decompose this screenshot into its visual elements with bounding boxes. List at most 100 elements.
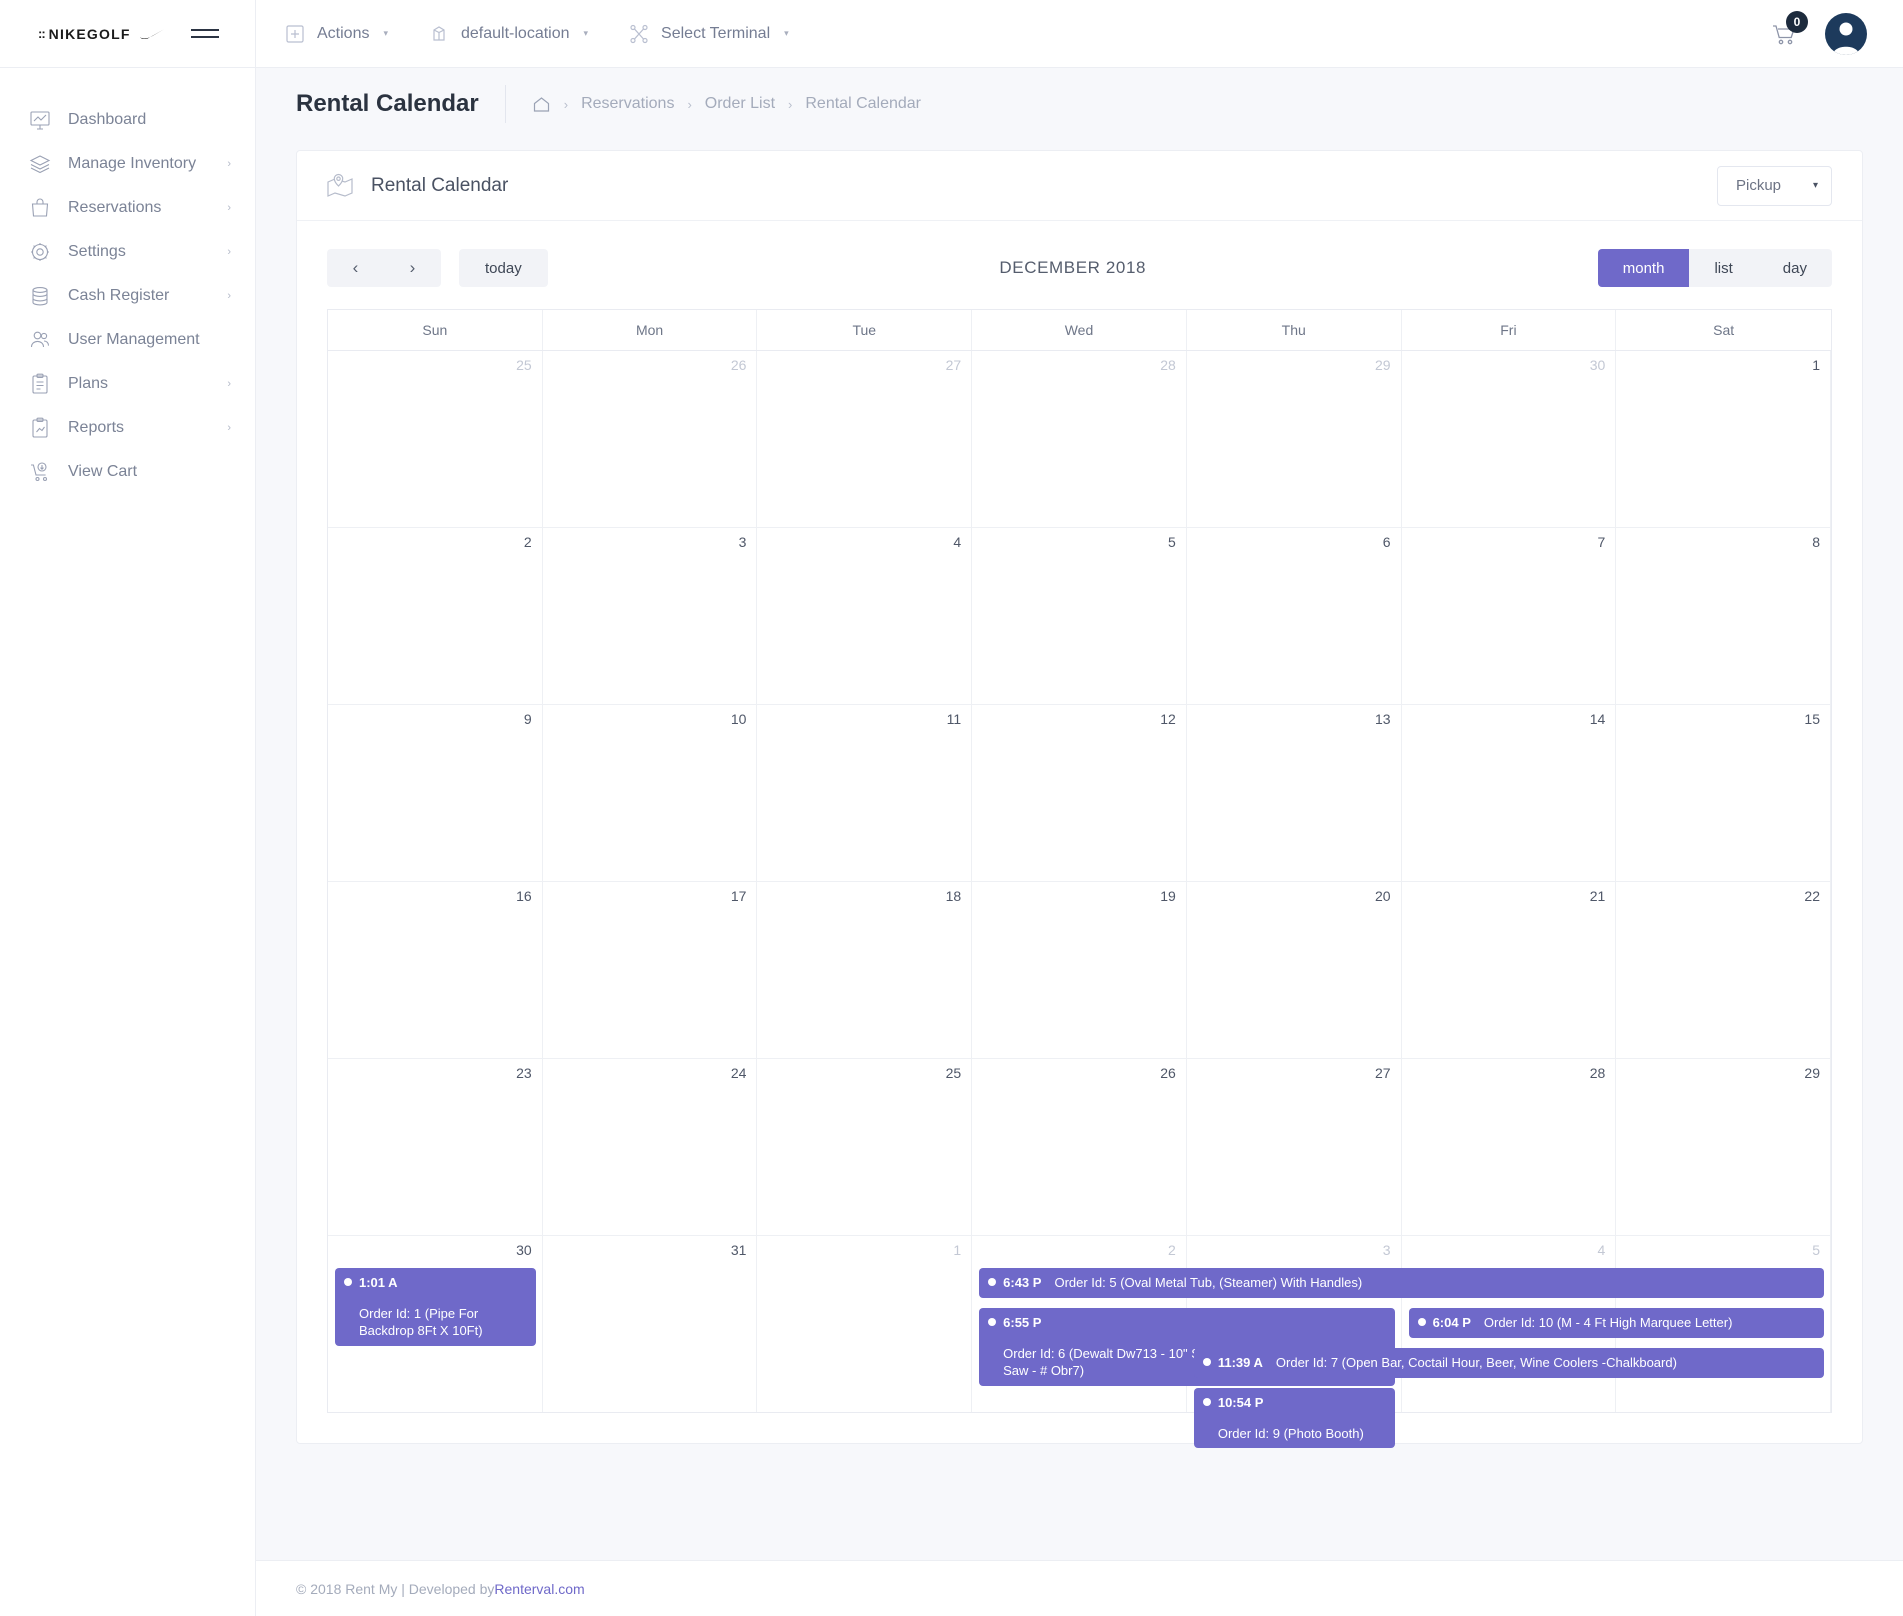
calendar-day-cell[interactable]: 12 bbox=[972, 705, 1187, 881]
top-bar: :: NIKEGOLF Actions ▾ default-location ▾… bbox=[0, 0, 1903, 68]
calendar-day-number: 8 bbox=[1812, 534, 1820, 550]
app-shell: Dashboard Manage Inventory › Reservation… bbox=[0, 68, 1903, 1616]
calendar-day-number: 27 bbox=[945, 357, 962, 373]
event-text: 6:43 P Order Id: 5 (Oval Metal Tub, (Stea… bbox=[1003, 1274, 1362, 1292]
next-month-button[interactable]: › bbox=[384, 249, 441, 287]
calendar-day-cell[interactable]: 26 bbox=[543, 351, 758, 527]
calendar-day-cell[interactable]: 29 bbox=[1187, 351, 1402, 527]
calendar-day-cell[interactable]: 1 bbox=[757, 1236, 973, 1412]
calendar-day-cell[interactable]: 28 bbox=[972, 351, 1187, 527]
topnav-location-label: default-location bbox=[461, 24, 570, 42]
menu-toggle-button[interactable] bbox=[191, 29, 219, 38]
topnav-location[interactable]: default-location ▾ bbox=[428, 23, 588, 45]
cart-download-icon bbox=[28, 460, 52, 484]
calendar-event[interactable]: 6:43 P Order Id: 5 (Oval Metal Tub, (Stea… bbox=[979, 1268, 1824, 1298]
breadcrumb-separator: › bbox=[788, 96, 793, 112]
calendar-day-cell[interactable]: 28 bbox=[1402, 1059, 1617, 1235]
calendar-event[interactable]: 11:39 A Order Id: 7 (Open Bar, Coctail Ho… bbox=[1193, 1348, 1824, 1378]
sidebar-label: Reports bbox=[68, 419, 125, 436]
calendar-day-cell[interactable]: 8 bbox=[1616, 528, 1831, 704]
sidebar-item-plans[interactable]: Plans › bbox=[0, 362, 255, 406]
breadcrumb-rental-calendar[interactable]: Rental Calendar bbox=[805, 95, 921, 113]
calendar-day-cell[interactable]: 11 bbox=[757, 705, 973, 881]
calendar-day-cell[interactable]: 18 bbox=[757, 882, 973, 1058]
calendar-day-cell[interactable]: 6 bbox=[1187, 528, 1402, 704]
topnav-actions[interactable]: Actions ▾ bbox=[284, 23, 388, 45]
calendar-day-cell[interactable]: 24 bbox=[543, 1059, 758, 1235]
sidebar-item-settings[interactable]: Settings › bbox=[0, 230, 255, 274]
sidebar-item-user-management[interactable]: User Management bbox=[0, 318, 255, 362]
sidebar-item-cash-register[interactable]: Cash Register › bbox=[0, 274, 255, 318]
pickup-dropdown[interactable]: Pickup ▾ bbox=[1717, 165, 1832, 206]
event-title: Order Id: 5 (Oval Metal Tub, (Steamer) W… bbox=[1054, 1275, 1363, 1290]
sidebar-item-manage-inventory[interactable]: Manage Inventory › bbox=[0, 142, 255, 186]
calendar-day-cell[interactable]: 13 bbox=[1187, 705, 1402, 881]
dashboard-chart-icon bbox=[28, 108, 52, 132]
sidebar-label: Plans bbox=[68, 375, 109, 392]
calendar-day-number: 2 bbox=[1168, 1242, 1176, 1258]
calendar-day-cell[interactable]: 4 bbox=[757, 528, 973, 704]
calendar-day-cell[interactable]: 3 bbox=[543, 528, 758, 704]
calendar-day-number: 28 bbox=[1160, 357, 1176, 373]
calendar-day-cell[interactable]: 14 bbox=[1402, 705, 1617, 881]
calendar-day-cell[interactable]: 25 bbox=[328, 351, 543, 527]
sidebar-item-reports[interactable]: Reports › bbox=[0, 406, 255, 450]
calendar-day-cell[interactable]: 21 bbox=[1402, 882, 1617, 1058]
calendar-day-number: 4 bbox=[1597, 1242, 1606, 1258]
calendar-day-number: 1 bbox=[953, 1242, 962, 1258]
prev-month-button[interactable]: ‹ bbox=[327, 249, 384, 287]
calendar-day-cell[interactable]: 15 bbox=[1616, 705, 1831, 881]
calendar-day-cell[interactable]: 1 bbox=[1616, 351, 1831, 527]
breadcrumb-reservations[interactable]: Reservations bbox=[581, 95, 674, 113]
calendar-week: 23 24 25 26 27 28 29 bbox=[328, 1059, 1831, 1236]
nikegolf-logo[interactable]: :: NIKEGOLF bbox=[38, 26, 165, 42]
user-avatar[interactable] bbox=[1825, 12, 1867, 55]
calendar-day-cell[interactable]: 5 bbox=[972, 528, 1187, 704]
calendar-day-number: 15 bbox=[1804, 711, 1820, 727]
calendar-day-cell[interactable]: 26 bbox=[972, 1059, 1187, 1235]
calendar-day-cell[interactable]: 27 bbox=[757, 351, 973, 527]
breadcrumb-order-list[interactable]: Order List bbox=[705, 95, 775, 113]
brand-zone: :: NIKEGOLF bbox=[0, 0, 256, 67]
sidebar-item-view-cart[interactable]: View Cart bbox=[0, 450, 255, 494]
calendar-day-cell[interactable]: 16 bbox=[328, 882, 543, 1058]
calendar-day-cell[interactable]: 23 bbox=[328, 1059, 543, 1235]
card-body: ‹ › today DECEMBER 2018 month list day S… bbox=[297, 221, 1862, 1449]
top-nav: Actions ▾ default-location ▾ Select Term… bbox=[256, 0, 1769, 67]
view-month-button[interactable]: month bbox=[1597, 249, 1690, 287]
topnav-terminal[interactable]: Select Terminal ▾ bbox=[628, 23, 789, 45]
today-button[interactable]: today bbox=[459, 249, 548, 287]
calendar-day-number: 12 bbox=[1160, 711, 1176, 727]
calendar-day-number: 16 bbox=[516, 888, 532, 904]
calendar-event[interactable]: 6:04 P Order Id: 10 (M - 4 Ft High Marque… bbox=[1408, 1308, 1824, 1338]
cash-stack-icon bbox=[28, 284, 52, 308]
calendar-day-cell[interactable]: 19 bbox=[972, 882, 1187, 1058]
sidebar-item-reservations[interactable]: Reservations › bbox=[0, 186, 255, 230]
calendar-day-cell[interactable]: 7 bbox=[1402, 528, 1617, 704]
chevron-right-icon: › bbox=[227, 290, 231, 302]
sidebar-label: Cash Register bbox=[68, 287, 170, 304]
calendar-day-cell[interactable]: 20 bbox=[1187, 882, 1402, 1058]
footer-link[interactable]: Renterval.com bbox=[494, 1581, 584, 1597]
sidebar-item-dashboard[interactable]: Dashboard bbox=[0, 98, 255, 142]
view-day-button[interactable]: day bbox=[1757, 249, 1832, 287]
calendar-day-cell[interactable]: 2 bbox=[328, 528, 543, 704]
view-list-button[interactable]: list bbox=[1689, 249, 1758, 287]
calendar-day-cell[interactable]: 31 bbox=[543, 1236, 758, 1412]
event-status-dot bbox=[344, 1278, 352, 1286]
calendar-day-cell[interactable]: 9 bbox=[328, 705, 543, 881]
calendar-day-cell[interactable]: 27 bbox=[1187, 1059, 1402, 1235]
home-icon[interactable] bbox=[532, 95, 551, 114]
cart-button[interactable]: 0 bbox=[1769, 10, 1808, 49]
calendar-day-cell[interactable]: 22 bbox=[1616, 882, 1831, 1058]
calendar-day-cell[interactable]: 29 bbox=[1616, 1059, 1831, 1235]
calendar-day-cell[interactable]: 25 bbox=[757, 1059, 973, 1235]
event-time: 6:04 P bbox=[1432, 1315, 1471, 1330]
calendar-event[interactable]: 1:01 A Order Id: 1 (Pipe For Backdrop 8Ft… bbox=[335, 1268, 536, 1346]
calendar-day-cell[interactable]: 10 bbox=[543, 705, 758, 881]
event-time: 10:54 P bbox=[1217, 1395, 1264, 1410]
calendar-day-number: 5 bbox=[1812, 1242, 1820, 1258]
calendar-event[interactable]: 10:54 P Order Id: 9 (Photo Booth) bbox=[1193, 1388, 1395, 1449]
calendar-day-cell[interactable]: 17 bbox=[543, 882, 758, 1058]
calendar-day-cell[interactable]: 30 bbox=[1402, 351, 1617, 527]
